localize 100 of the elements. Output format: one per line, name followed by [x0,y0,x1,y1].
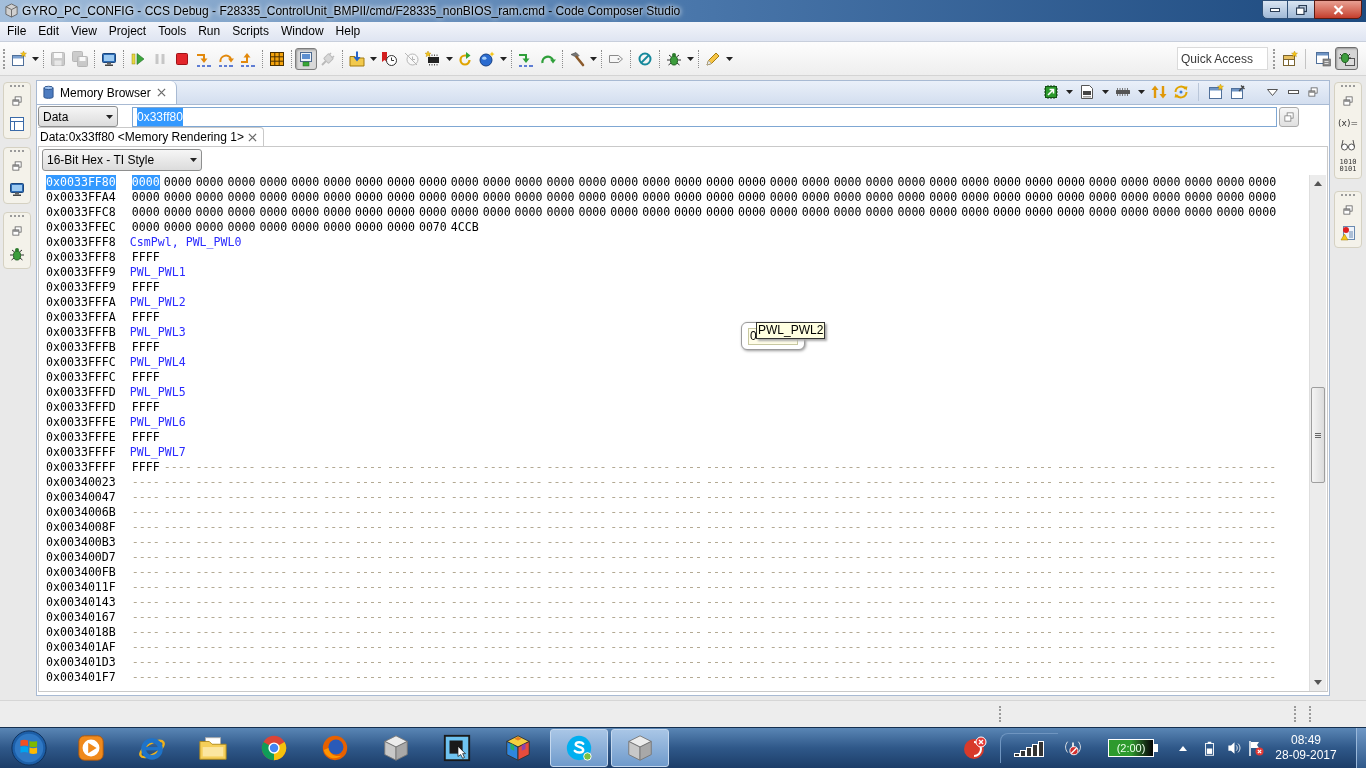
memory-address[interactable]: 0x003400FB [46,565,116,580]
memory-address[interactable]: 0x00340023 [46,475,116,490]
triangle-up-icon [1179,745,1187,751]
monitor-plug-icon [298,50,314,67]
close-window-button[interactable] [1314,0,1362,19]
view-button[interactable] [8,180,26,198]
memory-address[interactable]: 0x0034006B [46,505,116,520]
memory-address[interactable]: 0x0033FFFD [46,385,116,400]
unreadable-memory-values: ---- ---- ---- ---- ---- ---- ---- ---- ---- ---- ---- ---- ---- ---- ---- ---- ---- ---- ---- ---- ---- ---- ---- ---- ---- ---- ---- ---- ---- ---- ---- ---- ---- ---- ---- ---- [131,565,1277,580]
unreadable-memory-values: ---- ---- ---- ---- ---- ---- ---- ---- ---- ---- ---- ---- ---- ---- ---- ---- ---- ---- ---- ---- ---- ---- ---- ---- ---- ---- ---- ---- ---- ---- ---- ---- ---- ---- ---- ---- [131,595,1277,610]
glasses-icon [1340,137,1356,153]
memory-address[interactable]: 0x0033FFA4 [46,190,116,205]
memory-address[interactable]: 0x0033FFFA [46,310,116,325]
battery-time-gadget[interactable]: (2:00) [1108,739,1154,757]
grip-lines-icon [1315,432,1321,438]
memory-address[interactable]: 0x0033FFFE [46,415,116,430]
unreadable-memory-values: ---- ---- ---- ---- ---- ---- ---- ---- ---- ---- ---- ---- ---- ---- ---- ---- ---- ---- ---- ---- ---- ---- ---- ---- ---- ---- ---- ---- ---- ---- ---- ---- ---- ---- ---- ---- [131,670,1277,685]
menu-item[interactable]: Run [192,23,227,40]
clock-time[interactable]: 08:49 [1291,733,1321,748]
caret-icon [589,56,597,61]
menu-item[interactable]: Project [102,23,153,40]
memory-address[interactable]: 0x0034008F [46,520,116,535]
memory-address[interactable]: 0x003401F7 [46,670,116,685]
memory-address[interactable]: 0x0033FFF8 [46,250,116,265]
quick-access-field[interactable]: Quick Access [1177,47,1268,70]
memory-address[interactable]: 0x0033FFFC [46,370,116,385]
scroll-up-icon [1314,181,1322,186]
restore-icon [11,160,23,172]
restore-window-button[interactable] [1288,0,1314,19]
memory-symbol-label: PWL_PWL2 [129,295,186,310]
memory-address[interactable]: 0x003401D3 [46,655,116,670]
memory-address[interactable]: 0x0033FFF8 [46,235,116,250]
bug-window-icon [1338,50,1355,67]
menu-item[interactable]: Scripts [226,23,275,40]
memory-values: 0000 0000 0000 0000 0000 0000 0000 0000 0000 0000 0000 0000 0000 0000 0000 0000 0000 0000 0000 0000 0000 0000 0000 0000 0000 0000 0000 0000 0000 0000 0000 0000 0000 0000 0000 [163,175,1277,190]
tooltip: PWL_PWL2 [756,322,826,339]
circle-slash-icon [637,50,653,67]
memory-address[interactable]: 0x00340167 [46,610,116,625]
view-button[interactable] [8,115,26,133]
menu-item[interactable]: Window [274,23,330,40]
memory-address[interactable]: 0x0034011F [46,580,116,595]
memory-symbol-label: PWL_PWL6 [129,415,186,430]
memory-address[interactable]: 0x0033FFFD [46,400,116,415]
unreadable-memory-values: ---- ---- ---- ---- ---- ---- ---- ---- ---- ---- ---- ---- ---- ---- ---- ---- ---- ---- ---- ---- ---- ---- ---- ---- ---- ---- ---- ---- ---- ---- ---- ---- ---- ---- ---- ---- [131,655,1277,670]
memory-address[interactable]: 0x003400D7 [46,550,116,565]
scrollbar-thumb[interactable] [1311,387,1325,483]
signal-strength-button[interactable] [1000,733,1058,763]
action-center-button[interactable] [1248,738,1264,758]
breakpoints-view-button[interactable] [1339,224,1357,242]
flag-clock-icon [381,50,397,67]
unreadable-memory-values: ---- ---- ---- ---- ---- ---- ---- ---- ---- ---- ---- ---- ---- ---- ---- ---- ---- ---- ---- ---- ---- ---- ---- ---- ---- ---- ---- ---- ---- ---- ---- ---- ---- ---- ---- ---- [131,475,1277,490]
breakpoint-list-icon [1340,225,1356,241]
variables-view-button[interactable]: (x)= [1338,115,1358,131]
clock-date[interactable]: 28-09-2017 [1275,748,1337,763]
memory-address[interactable]: 0x0033FFF9 [46,280,116,295]
chip-arrow-icon [1043,84,1059,100]
memory-browser-tab[interactable]: Memory Browser [37,81,177,104]
memory-symbol-label: PWL_PWL5 [129,385,186,400]
memory-rendering-tab[interactable]: Data:0x33ff80 <Memory Rendering 1> [38,127,264,146]
memory-address[interactable]: 0x0033FFFE [46,430,116,445]
unreadable-memory-values: ---- ---- ---- ---- ---- ---- ---- ---- ---- ---- ---- ---- ---- ---- ---- ---- ---- ---- ---- ---- ---- ---- ---- ---- ---- ---- ---- ---- ---- ---- ---- ---- ---- ---- ---- ---- [131,520,1277,535]
unreadable-memory-values: ---- ---- ---- ---- ---- ---- ---- ---- ---- ---- ---- ---- ---- ---- ---- ---- ---- ---- ---- ---- ---- ---- ---- ---- ---- ---- ---- ---- ---- ---- ---- ---- ---- ---- ---- ---- [131,550,1277,565]
format-dropdown[interactable]: 16-Bit Hex - TI Style [42,149,202,171]
memory-address[interactable]: 0x0034018B [46,625,116,640]
memory-address[interactable]: 0x003401AF [46,640,116,655]
clock-icon [403,50,419,67]
view-button[interactable] [8,245,26,263]
vertical-scrollbar[interactable] [1309,175,1326,691]
menu-item[interactable]: Help [329,23,367,40]
memory-space-dropdown[interactable]: Data [38,106,118,127]
restore-icon [11,95,23,107]
menu-item[interactable]: Edit [32,23,66,40]
show-desktop-button[interactable] [1356,727,1366,768]
memory-address[interactable]: 0x0033FFFC [46,355,116,370]
memory-address[interactable]: 0x00340047 [46,490,116,505]
memory-address[interactable]: 0x0033FFFB [46,340,116,355]
menu-item[interactable]: File [1,23,33,40]
memory-address[interactable]: 0x0033FFC8 [46,205,116,220]
memory-address[interactable]: 0x0033FFFF [46,460,116,475]
close-icon [248,132,257,142]
menu-item[interactable]: View [65,23,103,40]
memory-address[interactable]: 0x0033FFFF [46,445,116,460]
memory-address[interactable]: 0x003400B3 [46,535,116,550]
restore-icon [11,225,23,237]
hover-popup-text: 0 [750,328,757,344]
memory-address[interactable]: 0x00340143 [46,595,116,610]
memory-values: FFFF [131,310,160,325]
memory-address[interactable]: 0x0033FFEC [46,220,116,235]
cube-icon [625,733,655,763]
caret-icon [1137,90,1145,94]
memory-values: FFFF [131,250,160,265]
menu-item[interactable]: Tools [152,23,193,40]
memory-address[interactable]: 0x0033FFFA [46,295,116,310]
connect-target-button[interactable] [295,47,317,70]
scroll-down-icon [1314,680,1322,685]
memory-address[interactable]: 0x0033FFFB [46,325,116,340]
memory-address[interactable]: 0x0033FFF9 [46,265,116,280]
minimize-button[interactable] [1262,0,1288,19]
debug-perspective-button[interactable] [1335,47,1358,70]
cube-icon [381,733,411,763]
